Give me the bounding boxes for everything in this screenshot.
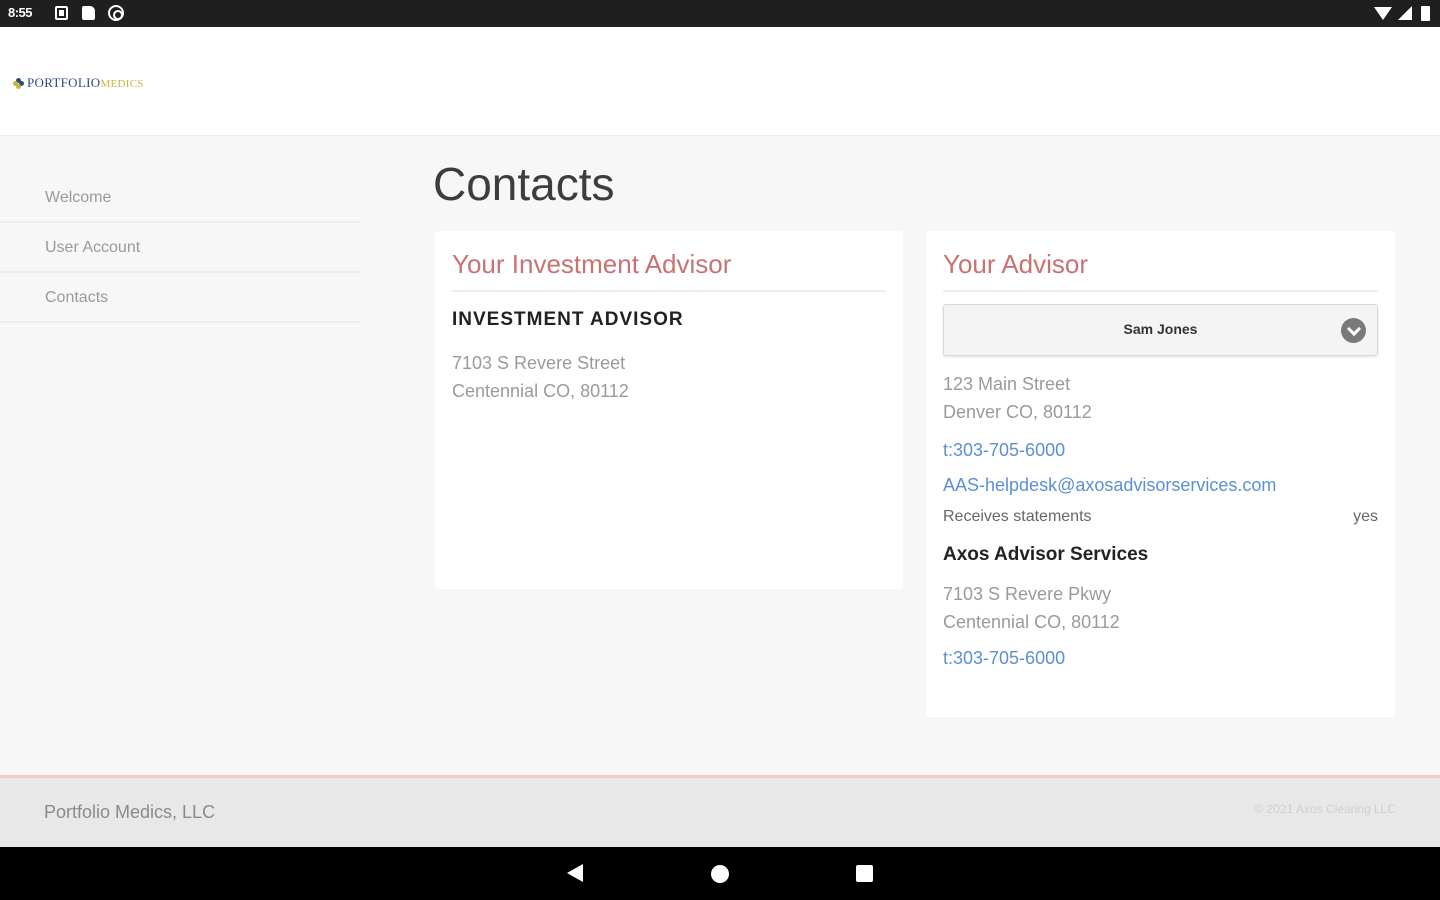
investment-advisor-name: INVESTMENT ADVISOR	[452, 309, 684, 330]
footer-copyright: © 2021 Axos Clearing LLC	[1254, 802, 1396, 816]
advisor-card: Your Advisor Sam Jones 123 Main Street D…	[926, 231, 1395, 717]
address-line-1: 7103 S Revere Pkwy	[943, 584, 1112, 604]
advisor-card-title: Your Advisor	[943, 249, 1378, 292]
address-line-2: Centennial CO, 80112	[452, 381, 629, 401]
navigation-bar	[0, 847, 1440, 900]
logo-mark-icon	[13, 77, 24, 89]
investment-advisor-address: 7103 S Revere Street Centennial CO, 8011…	[452, 349, 886, 405]
page-title: Contacts	[433, 158, 615, 210]
home-icon[interactable]	[711, 865, 729, 883]
receives-statements-row: Receives statements yes	[943, 508, 1378, 526]
footer: Portfolio Medics, LLC © 2021 Axos Cleari…	[0, 775, 1440, 847]
receives-statements-value: yes	[1353, 508, 1378, 525]
logo-text-secondary: MEDICS	[100, 78, 144, 90]
sidebar-item-contacts[interactable]: Contacts	[0, 273, 360, 323]
app-header: PORTFOLIOMEDICS	[0, 27, 1440, 136]
investment-advisor-card: Your Investment Advisor INVESTMENT ADVIS…	[435, 231, 903, 589]
address-line-2: Denver CO, 80112	[943, 402, 1092, 422]
sd-card-icon	[82, 6, 95, 20]
investment-advisor-card-title: Your Investment Advisor	[452, 249, 886, 292]
notification-icon	[55, 6, 68, 20]
company-address: 7103 S Revere Pkwy Centennial CO, 80112	[943, 580, 1378, 636]
battery-icon	[1421, 6, 1430, 21]
logo[interactable]: PORTFOLIOMEDICS	[13, 75, 144, 91]
address-line-2: Centennial CO, 80112	[943, 612, 1120, 632]
signal-icon	[1398, 6, 1412, 20]
advisor-select-value: Sam Jones	[1123, 321, 1198, 337]
advisor-address: 123 Main Street Denver CO, 80112	[943, 370, 1378, 426]
footer-company: Portfolio Medics, LLC	[44, 802, 216, 822]
sidebar: Welcome User Account Contacts	[0, 173, 360, 323]
advisor-email-link[interactable]: AAS-helpdesk@axosadvisorservices.com	[943, 475, 1378, 496]
sidebar-item-user-account[interactable]: User Account	[0, 223, 360, 273]
company-name: Axos Advisor Services	[943, 544, 1149, 565]
address-line-1: 123 Main Street	[943, 374, 1071, 394]
advisor-select[interactable]: Sam Jones	[943, 304, 1378, 356]
sidebar-item-welcome[interactable]: Welcome	[0, 173, 360, 223]
status-bar: 8:55	[0, 0, 1440, 27]
recent-apps-icon[interactable]	[856, 865, 873, 882]
receives-statements-label: Receives statements	[943, 508, 1092, 525]
logo-text: PORTFOLIOMEDICS	[27, 75, 144, 91]
chevron-down-icon	[1341, 318, 1366, 343]
company-phone-link[interactable]: t:303-705-6000	[943, 648, 1378, 669]
address-line-1: 7103 S Revere Street	[452, 353, 626, 373]
sync-icon	[108, 5, 124, 21]
status-time: 8:55	[8, 5, 33, 20]
logo-text-primary: PORTFOLIO	[27, 75, 101, 90]
back-icon[interactable]	[567, 864, 583, 882]
wifi-icon	[1374, 7, 1392, 20]
advisor-phone-link[interactable]: t:303-705-6000	[943, 440, 1378, 461]
